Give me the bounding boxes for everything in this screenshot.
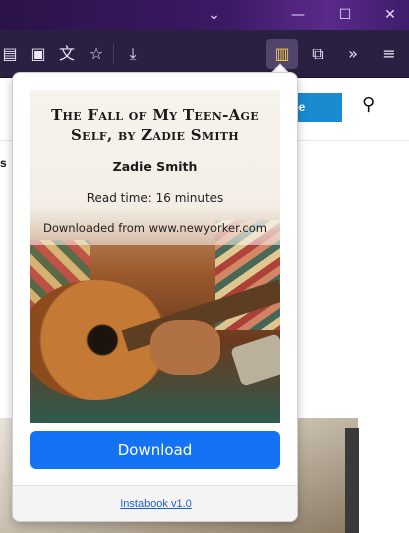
translate-icon[interactable]: 文 [55,42,79,66]
toolbar-separator [113,44,114,64]
instabook-book-icon[interactable]: ▥ [266,39,298,69]
cover-source: Downloaded from www.newyorker.com [43,221,267,235]
instabook-popup: The Fall of My Teen-Age Self, by Zadie S… [12,72,298,522]
article-photo-shadow [345,428,359,533]
instabook-version-link[interactable]: Instabook v1.0 [13,498,297,510]
overflow-chevrons-icon[interactable]: » [341,42,365,66]
bookmark-star-icon[interactable]: ☆ [84,42,108,66]
hamburger-menu-icon[interactable]: ≡ [377,42,401,66]
cover-read-time: Read time: 16 minutes [86,191,224,205]
download-icon[interactable]: ⤓ [121,42,145,66]
cover-title: The Fall of My Teen-Age Self, by Zadie S… [51,106,259,144]
cover-author: Zadie Smith [112,159,198,174]
maximize-icon[interactable]: ☐ [332,3,358,27]
page-nav-fragment[interactable]: s [0,156,7,170]
screenshot-icon[interactable]: ▣ [26,42,50,66]
browser-toolbar: ▤ ▣ 文 ☆ ⤓ ▥ ⧉ » ≡ [0,30,409,78]
chevron-down-icon[interactable]: ⌄ [201,3,227,27]
cover-image-hand [150,320,220,375]
download-button[interactable]: Download [30,431,280,469]
reader-view-icon[interactable]: ▤ [0,42,22,66]
book-cover: The Fall of My Teen-Age Self, by Zadie S… [30,90,280,423]
minimize-icon[interactable]: — [285,3,311,27]
browser-titlebar: ⌄ — ☐ ✕ [0,0,409,30]
close-icon[interactable]: ✕ [377,3,403,27]
cover-image-headstock [230,333,280,387]
extensions-puzzle-icon[interactable]: ⧉ [306,42,330,66]
popup-footer: Instabook v1.0 [13,485,297,521]
search-icon[interactable]: ⚲ [362,94,375,115]
